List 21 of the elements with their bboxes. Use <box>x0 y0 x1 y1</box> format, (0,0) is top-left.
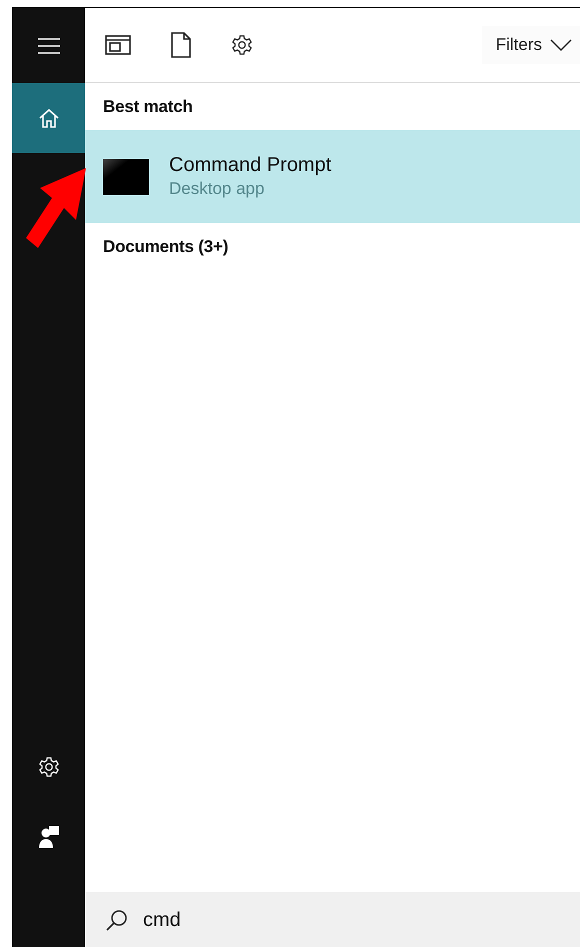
home-icon <box>38 107 60 129</box>
document-button[interactable] <box>171 32 191 58</box>
terminal-icon <box>103 158 149 194</box>
document-icon <box>171 32 191 58</box>
search-icon <box>105 908 129 932</box>
app-window-icon <box>105 35 131 55</box>
section-heading: Documents (3+) <box>102 236 230 258</box>
user-icon <box>38 825 60 849</box>
settings-button[interactable] <box>231 34 253 56</box>
search-field[interactable]: cmd <box>143 904 343 934</box>
home-button[interactable] <box>12 83 85 153</box>
search-result[interactable]: Command Prompt Desktop app <box>85 130 580 223</box>
result-subtitle: Desktop app <box>169 178 266 200</box>
chevron-icon <box>550 39 572 51</box>
menu-icon <box>38 38 60 54</box>
settings-icon <box>38 756 60 778</box>
result-title: Command Prompt <box>169 153 332 178</box>
settings-icon <box>231 34 253 56</box>
section-heading: Best match <box>102 96 194 118</box>
app-window-button[interactable] <box>105 35 131 55</box>
filters-button[interactable]: Filters <box>482 26 580 64</box>
